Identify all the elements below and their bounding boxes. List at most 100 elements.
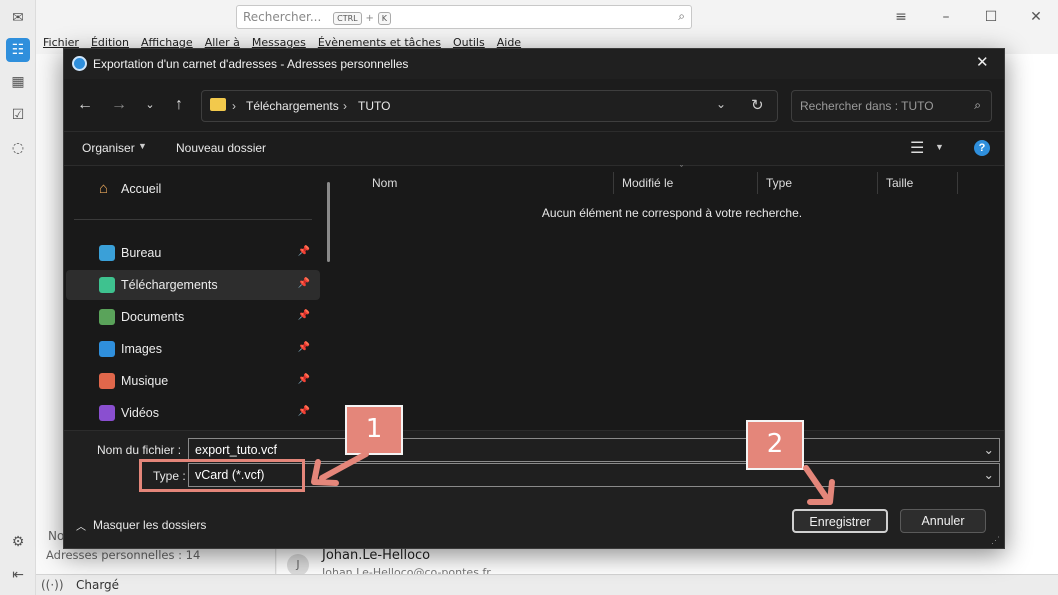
nav-item[interactable]: Vidéos 📌 <box>66 398 320 428</box>
status-bar: ((·)) Chargé <box>36 574 1058 595</box>
global-search-placeholder: Rechercher... <box>243 10 322 24</box>
column-modified[interactable]: Modifié le <box>614 172 758 194</box>
kbd-plus: + <box>365 13 374 24</box>
desktop-icon <box>99 245 115 261</box>
search-icon: ⌕ <box>678 9 685 23</box>
column-name[interactable]: Nom <box>364 172 614 194</box>
forward-arrow-icon[interactable]: → <box>106 92 132 118</box>
view-options-icon[interactable]: ☰ <box>910 138 924 158</box>
nav-item[interactable]: Images 📌 <box>66 334 320 364</box>
empty-message: Aucun élément ne correspond à votre rech… <box>541 206 803 220</box>
kbd-ctrl: CTRL <box>333 12 362 25</box>
nav-item[interactable]: Documents 📌 <box>66 302 320 332</box>
dialog-title: Exportation d'un carnet d'adresses - Adr… <box>93 57 409 71</box>
pin-icon[interactable]: 📌 <box>298 246 310 257</box>
calendar-icon[interactable]: ▦ <box>6 70 30 94</box>
pin-icon[interactable]: 📌 <box>298 310 310 321</box>
nav-item[interactable]: Téléchargements 📌 <box>66 270 320 300</box>
image-icon <box>99 341 115 357</box>
folder-icon <box>210 98 226 111</box>
document-icon <box>99 309 115 325</box>
search-icon: ⌕ <box>974 98 981 112</box>
command-bar: Organiser ▼ Nouveau dossier ☰ ▼ ? <box>64 131 1004 165</box>
refresh-icon[interactable]: ↻ <box>751 96 764 114</box>
close-window-icon[interactable]: ✕ <box>1025 6 1047 28</box>
nav-item-label: Vidéos <box>121 406 159 420</box>
dialog-titlebar: Exportation d'un carnet d'adresses - Adr… <box>64 49 1004 79</box>
organize-button[interactable]: Organiser <box>82 141 135 155</box>
maximize-icon[interactable]: ☐ <box>980 6 1002 28</box>
dialog-content: ⌂ Accueil Bureau 📌 Téléchargements 📌 Documen… <box>64 164 1004 431</box>
cancel-button[interactable]: Annuler <box>900 509 986 533</box>
panel-status-2: Adresses personnelles : 14 <box>46 548 201 562</box>
chat-icon[interactable]: ◌ <box>6 136 30 160</box>
chevron-down-icon[interactable]: ⌄ <box>984 467 994 482</box>
pin-icon[interactable]: 📌 <box>298 278 310 289</box>
music-icon <box>99 373 115 389</box>
avatar: J <box>287 554 309 576</box>
nav-divider <box>74 219 312 220</box>
up-arrow-icon[interactable]: ↑ <box>166 92 192 118</box>
thunderbird-icon <box>72 56 87 71</box>
type-highlight-box <box>139 459 305 492</box>
callout-1: 1 <box>345 405 403 455</box>
global-search-input[interactable]: Rechercher... CTRL + K ⌕ <box>236 5 692 29</box>
filename-label: Nom du fichier : <box>97 443 182 457</box>
address-book-icon[interactable]: ☷ <box>6 38 30 62</box>
breadcrumb-separator-icon: › <box>232 99 236 113</box>
tasks-icon[interactable]: ☑ <box>6 103 30 127</box>
back-arrow-icon[interactable]: ← <box>72 92 98 118</box>
download-icon <box>99 277 115 293</box>
navigation-row: ← → ⌄ ↑ › Téléchargements › TUTO ⌄ ↻ Rec… <box>64 79 1004 131</box>
status-text: Chargé <box>76 578 120 592</box>
address-dropdown-icon[interactable]: ⌄ <box>716 97 726 111</box>
connection-icon: ((·)) <box>41 578 64 592</box>
column-type[interactable]: Type <box>758 172 878 194</box>
nav-item-label: Téléchargements <box>121 278 218 292</box>
chevron-down-icon[interactable]: ⌄ <box>137 92 163 118</box>
help-icon[interactable]: ? <box>974 140 990 156</box>
breadcrumb-downloads[interactable]: Téléchargements <box>246 99 339 113</box>
settings-icon[interactable]: ⚙ <box>6 530 30 554</box>
pin-icon[interactable]: 📌 <box>298 374 310 385</box>
address-bar[interactable]: › Téléchargements › TUTO ⌄ ↻ <box>201 90 778 122</box>
pin-icon[interactable]: 📌 <box>298 342 310 353</box>
breadcrumb-separator-icon: › <box>343 99 347 113</box>
mail-icon[interactable]: ✉ <box>6 6 30 30</box>
resize-grip-icon[interactable]: ⋰ <box>991 535 1000 546</box>
nav-home-label: Accueil <box>121 182 162 196</box>
navigation-pane: ⌂ Accueil Bureau 📌 Téléchargements 📌 Documen… <box>64 166 339 431</box>
folder-search-input[interactable]: Rechercher dans : TUTO ⌕ <box>791 90 992 122</box>
nav-item[interactable]: Musique 📌 <box>66 366 320 396</box>
close-icon[interactable]: ✕ <box>976 53 989 71</box>
chevron-up-icon[interactable]: ︿ <box>76 518 86 533</box>
nav-item-label: Bureau <box>121 246 162 260</box>
hide-folders-button[interactable]: Masquer les dossiers <box>93 518 206 532</box>
kbd-k: K <box>377 12 391 25</box>
nav-item-label: Musique <box>121 374 169 388</box>
callout-1-arrow <box>311 451 369 486</box>
contact-name[interactable]: Johan.Le-Helloco <box>322 548 430 563</box>
folder-search-placeholder: Rechercher dans : TUTO <box>800 99 934 113</box>
minimize-icon[interactable]: – <box>935 6 957 28</box>
file-list: Nom Modifié le ˇ Type Taille Aucun éléme… <box>340 164 1004 431</box>
filename-value: export_tuto.vcf <box>195 443 277 457</box>
chevron-down-icon[interactable]: ⌄ <box>984 442 994 457</box>
menu-icon[interactable]: ≡ <box>890 6 912 28</box>
sort-caret-icon: ˇ <box>680 164 683 174</box>
callout-2-arrow <box>803 465 835 505</box>
column-size[interactable]: Taille <box>878 172 958 194</box>
nav-item[interactable]: Bureau 📌 <box>66 238 320 268</box>
home-icon: ⌂ <box>99 180 109 197</box>
spaces-toolbar: ✉ ☷ ▦ ☑ ◌ ⚙ ⇤ <box>0 0 36 595</box>
view-dropdown-icon[interactable]: ▼ <box>935 142 944 152</box>
breadcrumb-tuto[interactable]: TUTO <box>358 99 390 113</box>
organize-dropdown-icon: ▼ <box>138 141 147 151</box>
new-folder-button[interactable]: Nouveau dossier <box>176 141 266 155</box>
nav-scrollbar[interactable] <box>327 182 330 262</box>
collapse-icon[interactable]: ⇤ <box>6 563 30 587</box>
save-button[interactable]: Enregistrer <box>792 509 888 533</box>
video-icon <box>99 405 115 421</box>
nav-home[interactable]: ⌂ Accueil <box>66 174 320 204</box>
pin-icon[interactable]: 📌 <box>298 406 310 417</box>
